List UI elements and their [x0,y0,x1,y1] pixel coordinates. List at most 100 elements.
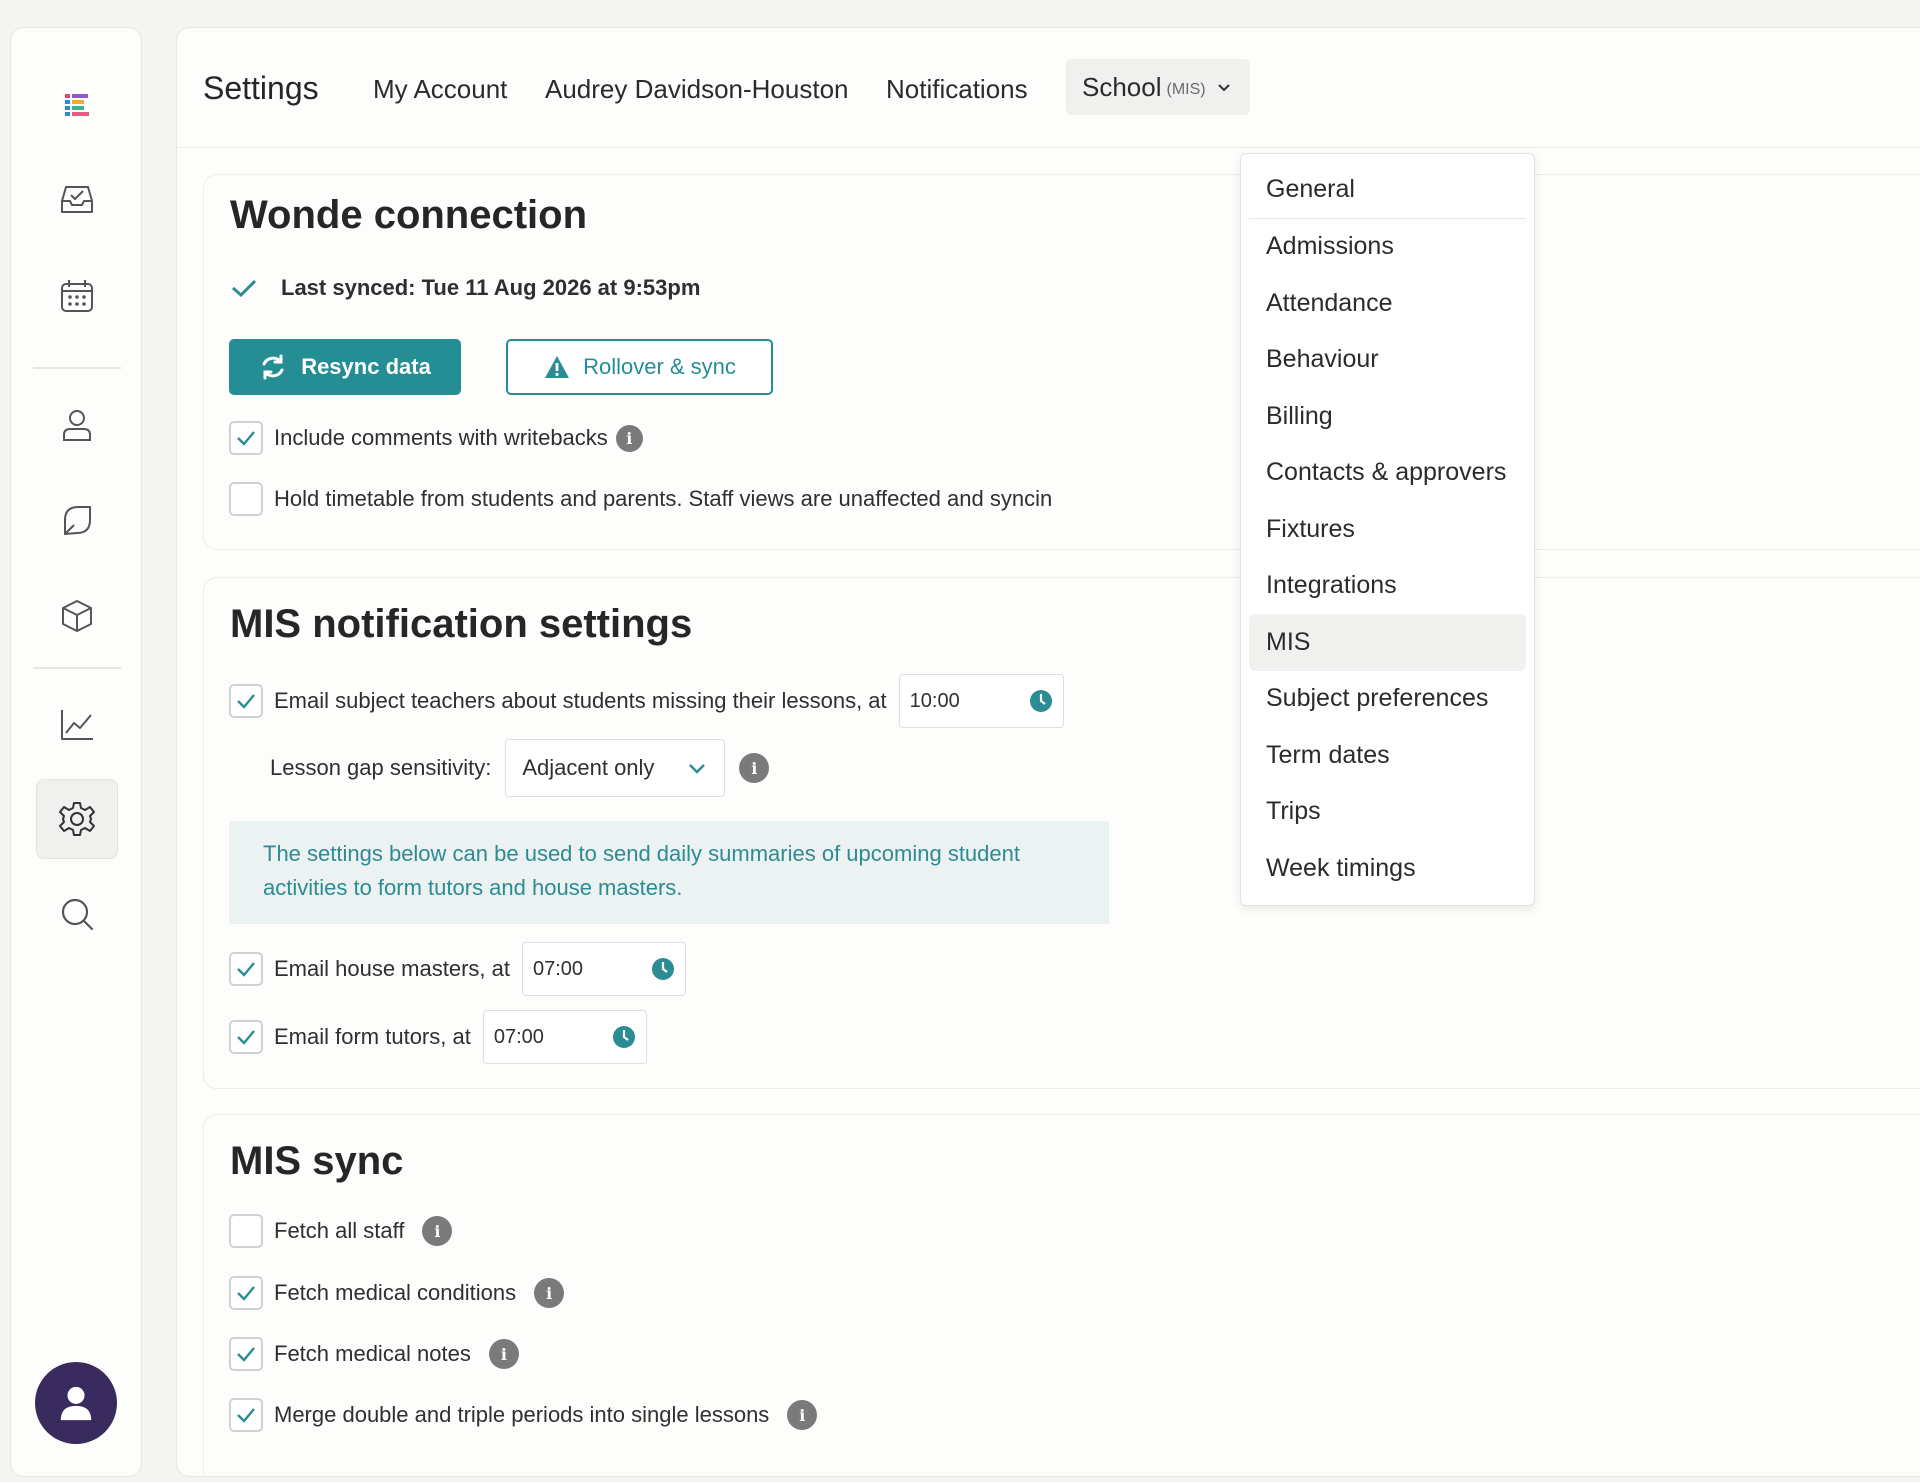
dropdown-item-integrations[interactable]: Integrations [1249,558,1526,615]
email-subject-teachers-checkbox[interactable] [229,684,263,718]
fetch-conditions-checkbox[interactable] [229,1276,263,1310]
dropdown-item-general[interactable]: General [1249,162,1526,219]
rail-divider [33,367,121,369]
mis-sync-card: MIS sync Fetch all staff i Fetch medical… [203,1114,1920,1476]
mis-notification-title: MIS notification settings [230,602,693,646]
tab-notifications[interactable]: Notifications [886,74,1028,105]
subject-teachers-time-value: 10:00 [909,689,960,712]
fetch-conditions-label: Fetch medical conditions [274,1280,517,1305]
rollover-sync-button[interactable]: Rollover & sync [506,339,773,395]
user-avatar-icon [60,1386,92,1421]
summary-notice: The settings below can be used to send d… [229,821,1109,924]
form-tutors-time-input[interactable]: 07:00 [482,1010,647,1064]
resync-label: Resync data [301,354,431,379]
wonde-connection-card: Wonde connection Last synced: Tue 11 Aug… [203,174,1920,550]
house-masters-time-input[interactable]: 07:00 [521,942,686,996]
info-icon[interactable]: i [422,1216,453,1246]
dropdown-item-contacts-approvers[interactable]: Contacts & approvers [1249,445,1526,502]
email-house-masters-checkbox[interactable] [229,952,263,986]
school-settings-dropdown: General Admissions Attendance Behaviour … [1240,153,1535,906]
clock-icon [612,1026,635,1048]
merge-periods-label: Merge double and triple periods into sin… [274,1402,770,1427]
lesson-gap-row: Lesson gap sensitivity: Adjacent only i [270,739,770,797]
email-house-masters-row: Email house masters, at 07:00 [229,942,686,996]
dropdown-item-week-timings[interactable]: Week timings [1249,840,1526,897]
rail-divider [33,667,121,669]
checkmark-icon [232,279,257,298]
dropdown-item-mis[interactable]: MIS [1249,614,1526,671]
dropdown-item-billing[interactable]: Billing [1249,388,1526,445]
fetch-notes-row: Fetch medical notes i [229,1337,519,1371]
email-form-tutors-row: Email form tutors, at 07:00 [229,1010,647,1064]
gear-icon[interactable] [36,779,118,859]
person-icon[interactable] [36,385,118,465]
lesson-gap-value: Adjacent only [522,755,655,780]
calendar-icon[interactable] [36,256,118,336]
resync-data-button[interactable]: Resync data [229,339,461,395]
rollover-label: Rollover & sync [583,354,736,379]
merge-periods-row: Merge double and triple periods into sin… [229,1398,818,1432]
email-form-tutors-checkbox[interactable] [229,1020,263,1054]
dropdown-item-behaviour[interactable]: Behaviour [1249,332,1526,389]
hold-timetable-label: Hold timetable from students and parents… [274,486,1053,511]
warning-icon [545,356,570,378]
email-form-tutors-label: Email form tutors, at [274,1024,471,1049]
chevron-down-icon [689,764,706,774]
fetch-staff-checkbox[interactable] [229,1214,263,1248]
tab-school[interactable]: School (MIS) [1066,59,1250,115]
fetch-notes-label: Fetch medical notes [274,1341,471,1366]
logo-icon[interactable] [36,64,118,144]
lesson-gap-label: Lesson gap sensitivity: [270,755,492,780]
house-masters-time-value: 07:00 [532,957,584,980]
hold-timetable-row: Hold timetable from students and parents… [229,482,1052,516]
chevron-down-icon [1217,84,1230,92]
clock-icon [1029,690,1052,712]
fetch-staff-row: Fetch all staff i [229,1214,453,1248]
tab-my-account[interactable]: My Account [373,74,507,105]
subject-teachers-time-input[interactable]: 10:00 [898,674,1064,728]
email-subject-teachers-row: Email subject teachers about students mi… [229,674,1064,728]
lesson-gap-select[interactable]: Adjacent only [505,739,726,797]
search-icon[interactable] [36,874,118,954]
info-icon[interactable]: i [787,1400,818,1430]
email-subject-teachers-label: Email subject teachers about students mi… [274,688,887,713]
tab-school-label: School [1082,71,1162,102]
hold-timetable-checkbox[interactable] [229,482,263,516]
side-rail [10,27,142,1477]
settings-header: Settings My Account Audrey Davidson-Hous… [177,28,1920,148]
dropdown-item-trips[interactable]: Trips [1249,784,1526,841]
settings-panel: Settings My Account Audrey Davidson-Hous… [176,27,1920,1477]
page-title: Settings [203,70,319,106]
refresh-icon [262,354,284,380]
wonde-title: Wonde connection [230,193,588,237]
include-comments-row: Include comments with writebacks i [229,421,643,455]
leaf-icon[interactable] [36,480,118,560]
mis-notification-card: MIS notification settings Email subject … [203,577,1920,1089]
fetch-notes-checkbox[interactable] [229,1337,263,1371]
dropdown-item-fixtures[interactable]: Fixtures [1249,501,1526,558]
user-avatar[interactable] [35,1362,117,1444]
fetch-conditions-row: Fetch medical conditions i [229,1276,565,1310]
fetch-staff-label: Fetch all staff [274,1218,405,1243]
last-synced-row: Last synced: Tue 11 Aug 2026 at 9:53pm [229,273,700,303]
info-icon[interactable]: i [739,753,770,783]
info-icon[interactable]: i [534,1278,565,1308]
merge-periods-checkbox[interactable] [229,1398,263,1432]
tab-user-profile[interactable]: Audrey Davidson-Houston [545,74,849,105]
dropdown-item-term-dates[interactable]: Term dates [1249,727,1526,784]
dropdown-item-subject-preferences[interactable]: Subject preferences [1249,671,1526,728]
dropdown-item-admissions[interactable]: Admissions [1249,219,1526,276]
chart-icon[interactable] [36,685,118,765]
dropdown-item-attendance[interactable]: Attendance [1249,275,1526,332]
last-synced-text: Last synced: Tue 11 Aug 2026 at 9:53pm [281,275,701,300]
mis-sync-title: MIS sync [230,1139,404,1183]
include-comments-label: Include comments with writebacks [274,425,608,450]
tab-school-suffix: (MIS) [1166,80,1206,98]
form-tutors-time-value: 07:00 [493,1025,544,1048]
inbox-icon[interactable] [36,159,118,239]
info-icon[interactable]: i [615,424,643,452]
email-house-masters-label: Email house masters, at [274,956,510,981]
include-comments-checkbox[interactable] [229,421,263,455]
info-icon[interactable]: i [488,1339,519,1369]
cube-icon[interactable] [36,576,118,656]
